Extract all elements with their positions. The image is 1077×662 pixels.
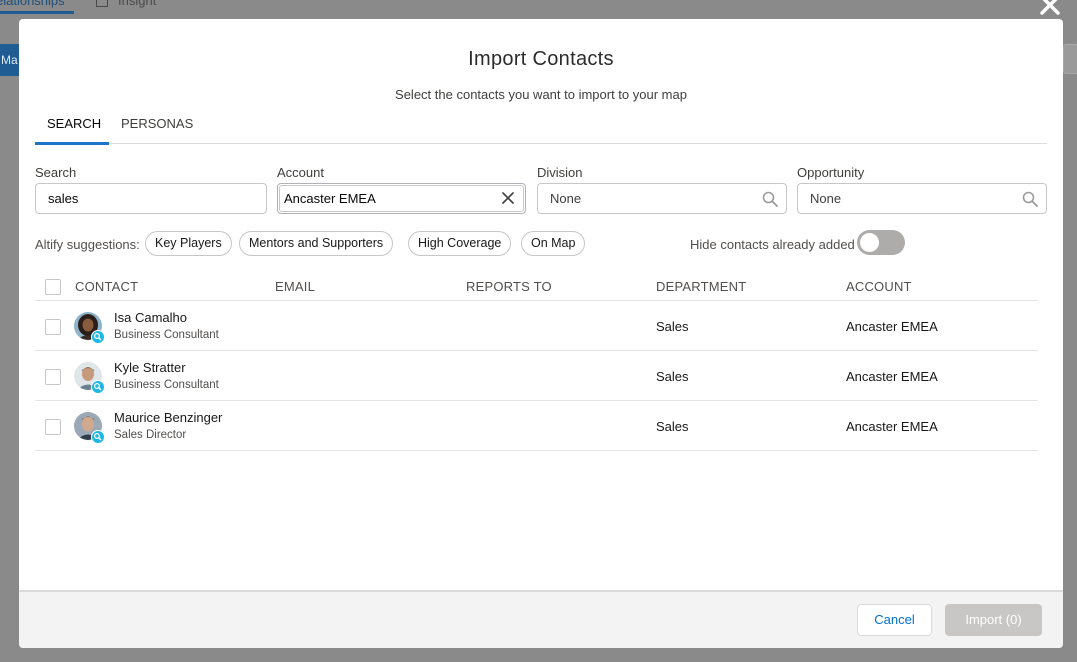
chip-on-map[interactable]: On Map xyxy=(521,231,586,256)
tab-personas-label: PERSONAS xyxy=(121,116,194,131)
background-tabs: elationships Insight xyxy=(0,0,400,14)
contact-department: Sales xyxy=(656,319,689,334)
division-label: Division xyxy=(537,165,583,180)
tab-search[interactable]: SEARCH xyxy=(35,115,109,145)
row-checkbox[interactable] xyxy=(45,369,61,385)
chip-high-coverage[interactable]: High Coverage xyxy=(408,231,512,256)
background-tab-insight: Insight xyxy=(96,0,156,8)
account-label: Account xyxy=(277,165,324,180)
division-lookup[interactable]: None xyxy=(537,183,787,214)
column-reports-to[interactable]: REPORTS TO xyxy=(466,279,552,294)
row-checkbox[interactable] xyxy=(45,419,61,435)
modal-footer: Cancel Import (0) xyxy=(19,590,1063,648)
opportunity-lookup-value: None xyxy=(810,191,842,206)
background-right-box xyxy=(1063,44,1077,74)
insight-icon xyxy=(96,0,108,7)
contact-badge-icon xyxy=(91,430,105,444)
background-tab-insight-label: Insight xyxy=(118,0,157,8)
column-account[interactable]: ACCOUNT xyxy=(846,279,912,294)
opportunity-lookup[interactable]: None xyxy=(797,183,1047,214)
clear-icon[interactable] xyxy=(501,191,515,205)
opportunity-label: Opportunity xyxy=(797,165,865,180)
import-button[interactable]: Import (0) xyxy=(945,604,1042,636)
modal-tabs: SEARCH PERSONAS xyxy=(35,115,1047,145)
search-label: Search xyxy=(35,165,77,180)
contact-title: Business Consultant xyxy=(114,329,219,341)
division-lookup-value: None xyxy=(550,191,582,206)
hide-added-toggle[interactable] xyxy=(857,230,905,255)
modal-title: Import Contacts xyxy=(468,48,614,70)
column-contact[interactable]: CONTACT xyxy=(75,279,138,294)
table-row[interactable]: Isa Camalho Business Consultant Sales An… xyxy=(35,301,1038,351)
tab-personas[interactable]: PERSONAS xyxy=(121,115,201,144)
modal-subtitle: Select the contacts you want to import t… xyxy=(395,87,687,102)
account-field[interactable]: Ancaster EMEA xyxy=(277,183,526,214)
avatar xyxy=(74,362,105,394)
column-email[interactable]: EMAIL xyxy=(275,279,315,294)
import-contacts-modal: Import Contacts Select the contacts you … xyxy=(19,19,1063,648)
hide-added-label: Hide contacts already added xyxy=(690,237,855,252)
close-icon[interactable] xyxy=(1037,0,1063,18)
toggle-knob xyxy=(860,233,879,252)
contact-department: Sales xyxy=(656,419,689,434)
avatar xyxy=(74,412,105,444)
chip-key-players[interactable]: Key Players xyxy=(145,231,232,256)
search-input[interactable]: sales xyxy=(35,183,267,214)
column-department[interactable]: DEPARTMENT xyxy=(656,279,746,294)
contact-account: Ancaster EMEA xyxy=(846,369,938,384)
search-input-value: sales xyxy=(48,191,79,206)
contact-name[interactable]: Isa Camalho xyxy=(114,310,187,325)
background-map-button: Ma xyxy=(0,44,20,76)
cancel-button[interactable]: Cancel xyxy=(857,604,932,636)
row-checkbox[interactable] xyxy=(45,319,61,335)
contact-account: Ancaster EMEA xyxy=(846,419,938,434)
contact-name[interactable]: Maurice Benzinger xyxy=(114,410,222,425)
contact-badge-icon xyxy=(91,330,105,344)
contact-badge-icon xyxy=(91,380,105,394)
contact-account: Ancaster EMEA xyxy=(846,319,938,334)
table-row[interactable]: Kyle Stratter Business Consultant Sales … xyxy=(35,351,1038,401)
contact-title: Business Consultant xyxy=(114,379,219,391)
search-icon xyxy=(1022,191,1038,207)
contacts-table: CONTACT EMAIL REPORTS TO DEPARTMENT ACCO… xyxy=(35,270,1038,451)
chip-mentors-and-supporters[interactable]: Mentors and Supporters xyxy=(239,231,394,256)
contact-name[interactable]: Kyle Stratter xyxy=(114,360,186,375)
avatar xyxy=(74,312,105,344)
account-field-value: Ancaster EMEA xyxy=(284,191,376,206)
suggestions-label: Altify suggestions: xyxy=(35,237,140,252)
select-all-checkbox[interactable] xyxy=(45,279,61,295)
table-row[interactable]: Maurice Benzinger Sales Director Sales A… xyxy=(35,401,1038,451)
background-tab-relationships: elationships xyxy=(0,0,65,8)
tab-search-label: SEARCH xyxy=(47,116,102,131)
background-tab-active-indicator xyxy=(0,11,74,14)
table-header: CONTACT EMAIL REPORTS TO DEPARTMENT ACCO… xyxy=(35,270,1038,301)
contact-title: Sales Director xyxy=(114,429,187,441)
contact-department: Sales xyxy=(656,369,689,384)
search-icon xyxy=(762,191,778,207)
